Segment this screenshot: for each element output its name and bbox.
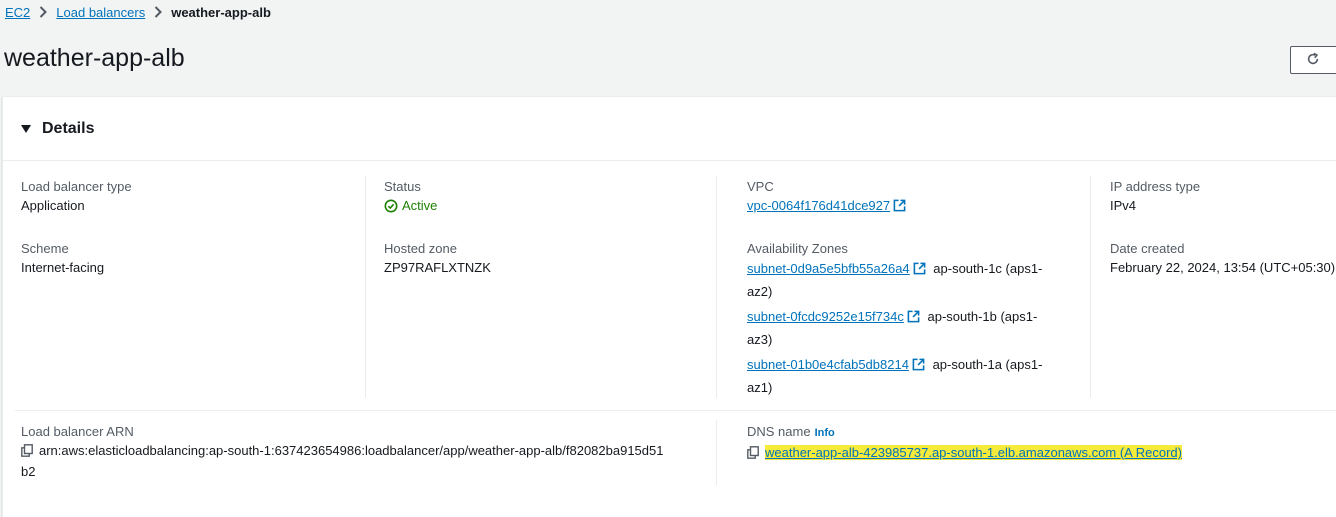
arn-value-cont: b2 — [21, 464, 36, 479]
field-value: Internet-facing — [21, 260, 105, 275]
field-label: Hosted zone — [384, 241, 457, 256]
chevron-right-icon — [39, 6, 48, 18]
details-title: Details — [42, 119, 95, 137]
field-label: Status — [384, 179, 421, 194]
external-link-icon[interactable] — [912, 356, 925, 377]
subnet-zone: ap-south-1c (aps1- — [933, 261, 1043, 276]
external-link-icon[interactable] — [893, 198, 906, 217]
subnet-link[interactable]: subnet-0fcdc9252e15f734c — [747, 309, 904, 324]
check-circle-icon — [384, 199, 398, 212]
breadcrumb-link-ec2[interactable]: EC2 — [5, 5, 30, 20]
row-divider — [15, 410, 1336, 411]
caret-down-icon — [21, 124, 31, 133]
scheme-field: Scheme Internet-facing — [21, 239, 104, 277]
field-label: Availability Zones — [747, 241, 848, 256]
dns-name-value[interactable]: weather-app-alb-423985737.ap-south-1.elb… — [765, 445, 1182, 460]
details-panel: Details Load balancer type Application S… — [2, 96, 1336, 517]
dns-name-field: DNS name Info weather-app-alb-423985737.a… — [747, 422, 1182, 464]
load-balancer-type-field: Load balancer type Application — [21, 177, 132, 215]
breadcrumb-current: weather-app-alb — [171, 4, 271, 20]
field-value: ZP97RAFLXTNZK — [384, 260, 491, 275]
date-created-field: Date created February 22, 2024, 13:54 (U… — [1110, 239, 1335, 277]
chevron-right-icon — [154, 6, 163, 18]
subnet-link[interactable]: subnet-01b0e4cfab5db8214 — [747, 357, 909, 372]
field-value: IPv4 — [1110, 198, 1137, 213]
arn-value: arn:aws:elasticloadbalancing:ap-south-1:… — [39, 443, 664, 458]
field-label: Scheme — [21, 241, 69, 256]
subnet-zone-cont: az1) — [747, 380, 773, 395]
column-divider — [365, 176, 366, 398]
breadcrumb-link-load-balancers[interactable]: Load balancers — [56, 5, 145, 20]
field-label: IP address type — [1110, 179, 1201, 194]
refresh-button[interactable] — [1290, 46, 1336, 74]
info-link[interactable]: Info — [815, 427, 835, 439]
hosted-zone-field: Hosted zone ZP97RAFLXTNZK — [384, 239, 491, 277]
field-label: Load balancer ARN — [21, 424, 134, 439]
field-value: Application — [21, 198, 85, 213]
subnet-item: subnet-01b0e4cfab5db8214 ap-south-1a (ap… — [747, 354, 1077, 398]
page-title: weather-app-alb — [4, 44, 185, 72]
field-label: VPC — [747, 179, 774, 194]
external-link-icon[interactable] — [907, 308, 920, 329]
refresh-icon — [1306, 52, 1320, 69]
ip-address-type-field: IP address type IPv4 — [1110, 177, 1200, 215]
subnet-zone: ap-south-1a (aps1- — [932, 357, 1043, 372]
field-label: Load balancer type — [21, 179, 132, 194]
availability-zones-field: Availability Zones subnet-0d9a5e5bfb55a2… — [747, 239, 1077, 398]
subnet-item: subnet-0d9a5e5bfb55a26a4 ap-south-1c (ap… — [747, 258, 1077, 302]
status-value: Active — [402, 198, 438, 213]
status-badge: Active — [384, 196, 437, 215]
copy-icon[interactable] — [747, 445, 759, 464]
subnet-link[interactable]: subnet-0d9a5e5bfb55a26a4 — [747, 261, 910, 276]
arn-field: Load balancer ARN arn:aws:elasticloadbal… — [21, 422, 711, 481]
subnet-zone-cont: az3) — [747, 332, 773, 347]
breadcrumb: EC2 Load balancers weather-app-alb — [5, 2, 271, 22]
subnet-zone-cont: az2) — [747, 284, 773, 299]
field-label: Date created — [1110, 241, 1185, 256]
field-value: February 22, 2024, 13:54 (UTC+05:30) — [1110, 260, 1336, 275]
status-field: Status Active — [384, 177, 437, 215]
external-link-icon[interactable] — [913, 260, 926, 281]
subnet-item: subnet-0fcdc9252e15f734c ap-south-1b (ap… — [747, 306, 1077, 350]
vpc-link[interactable]: vpc-0064f176d41dce927 — [747, 198, 890, 213]
copy-icon[interactable] — [21, 443, 33, 462]
vpc-field: VPC vpc-0064f176d41dce927 — [747, 177, 906, 217]
subnet-zone: ap-south-1b (aps1- — [927, 309, 1038, 324]
column-divider — [1090, 176, 1091, 398]
field-label: DNS name — [747, 424, 811, 439]
column-divider — [716, 420, 717, 485]
details-header[interactable]: Details — [3, 97, 1336, 161]
column-divider — [716, 176, 717, 398]
